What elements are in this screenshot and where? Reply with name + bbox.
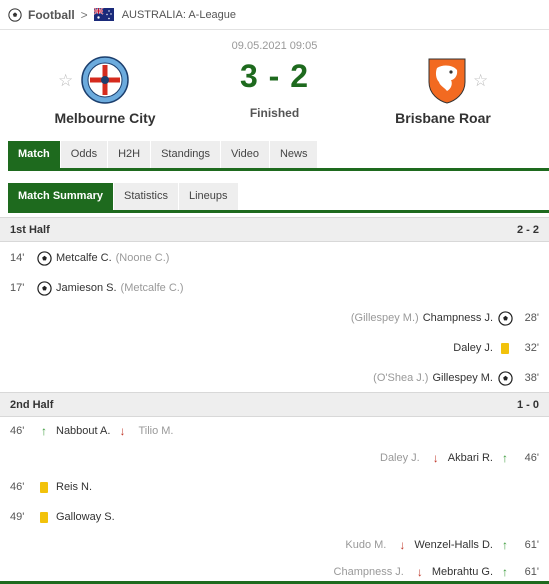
event-minute: 46' [10,481,25,493]
tab-match[interactable]: Match [8,141,60,168]
main-tabs: Match Odds H2H Standings Video News [8,141,549,171]
sub-tabs: Match Summary Statistics Lineups [8,183,549,213]
sub-out-arrow-icon: ↓ [432,451,439,465]
event-assist: (Gillespey M.) [350,312,419,324]
ball-icon [496,370,514,386]
event-row: 49' Galloway S. [0,506,549,528]
tab-odds[interactable]: Odds [60,141,108,168]
event-player-in[interactable]: Akbari R. [448,452,493,464]
ball-icon [35,280,53,296]
yellow-card-icon [35,509,53,525]
breadcrumb-separator: > [80,7,88,22]
football-icon [8,7,22,22]
event-player-out[interactable]: Kudo M. [345,539,386,551]
event-row: Daley J. 32' [0,337,549,359]
event-player-in[interactable]: Nabbout A. [56,425,110,437]
event-minute: 61' [524,539,539,551]
event-player-out[interactable]: Tilio M. [138,425,173,437]
event-player[interactable]: Metcalfe C. [56,252,112,264]
breadcrumb-league-link[interactable]: AUSTRALIA: A-League [122,9,236,21]
event-row: 14' Metcalfe C. (Noone C.) [0,247,549,269]
first-half-label: 1st Half [10,223,50,236]
event-player-in[interactable]: Wenzel-Halls D. [414,539,493,551]
event-minute: 38' [524,372,539,384]
tab-statistics[interactable]: Statistics [113,183,178,210]
event-minute: 46' [524,452,539,464]
event-player[interactable]: Daley J. [453,342,493,354]
event-minute: 46' [10,425,25,437]
event-row: Champness J. ↓ Mebrahtu G. ↑ 61' [0,561,549,583]
australia-flag-icon [93,8,114,21]
event-row: (Gillespey M.) Champness J. 28' [0,307,549,329]
ball-icon [35,250,53,266]
event-minute: 14' [10,252,25,264]
event-player-out[interactable]: Daley J. [380,452,420,464]
event-player[interactable]: Gillespey M. [432,372,493,384]
event-assist: (Metcalfe C.) [120,282,184,294]
second-half-score: 1 - 0 [516,398,539,411]
tab-news[interactable]: News [269,141,318,168]
away-favorite-star-icon[interactable]: ☆ [473,71,488,91]
event-minute: 49' [10,511,25,523]
event-player[interactable]: Galloway S. [56,511,115,523]
sub-in-arrow-icon: ↑ [502,451,508,465]
event-minute: 32' [524,342,539,354]
sub-out-arrow-icon: ↓ [399,538,406,552]
event-minute: 17' [10,282,25,294]
event-row: 46' Reis N. [0,476,549,498]
event-minute: 61' [524,566,539,578]
breadcrumb-sport-link[interactable]: Football [28,8,75,22]
event-player-out[interactable]: Champness J. [334,566,404,578]
event-assist: (Noone C.) [115,252,170,264]
event-player-in[interactable]: Mebrahtu G. [432,566,493,578]
brisbane-roar-crest[interactable] [423,56,471,104]
tab-lineups[interactable]: Lineups [179,183,238,210]
event-player[interactable]: Jamieson S. [56,282,117,294]
match-header: 09.05.2021 09:05 ☆ Melbourne City 3 - 2 … [0,30,549,138]
tab-h2h[interactable]: H2H [108,141,151,168]
event-minute: 28' [524,312,539,324]
event-player[interactable]: Reis N. [56,481,92,493]
yellow-card-icon [496,340,514,356]
second-half-header: 2nd Half 1 - 0 [0,392,549,417]
second-half-label: 2nd Half [10,398,54,411]
tab-match-summary[interactable]: Match Summary [8,183,113,210]
tab-standings[interactable]: Standings [151,141,221,168]
event-row: (O'Shea J.) Gillespey M. 38' [0,367,549,389]
breadcrumb: Football > AUSTRALIA: A-League [0,0,549,30]
event-row: 17' Jamieson S. (Metcalfe C.) [0,277,549,299]
event-row: 46' ↑ Nabbout A. ↓ Tilio M. [0,420,549,442]
tab-video[interactable]: Video [221,141,269,168]
sub-in-arrow-icon: ↑ [41,424,47,438]
first-half-header: 1st Half 2 - 2 [0,217,549,242]
yellow-card-icon [35,479,53,495]
sub-out-arrow-icon: ↓ [119,424,126,438]
event-assist: (O'Shea J.) [373,372,429,384]
event-row: Daley J. ↓ Akbari R. ↑ 46' [0,447,549,469]
sub-in-arrow-icon: ↑ [502,565,508,579]
sub-out-arrow-icon: ↓ [416,565,423,579]
first-half-score: 2 - 2 [516,223,539,236]
event-row: Kudo M. ↓ Wenzel-Halls D. ↑ 61' [0,534,549,556]
ball-icon [496,310,514,326]
match-date: 09.05.2021 09:05 [231,40,318,52]
sub-in-arrow-icon: ↑ [502,538,508,552]
away-team-name[interactable]: Brisbane Roar [378,110,508,126]
event-player[interactable]: Champness J. [423,312,493,324]
